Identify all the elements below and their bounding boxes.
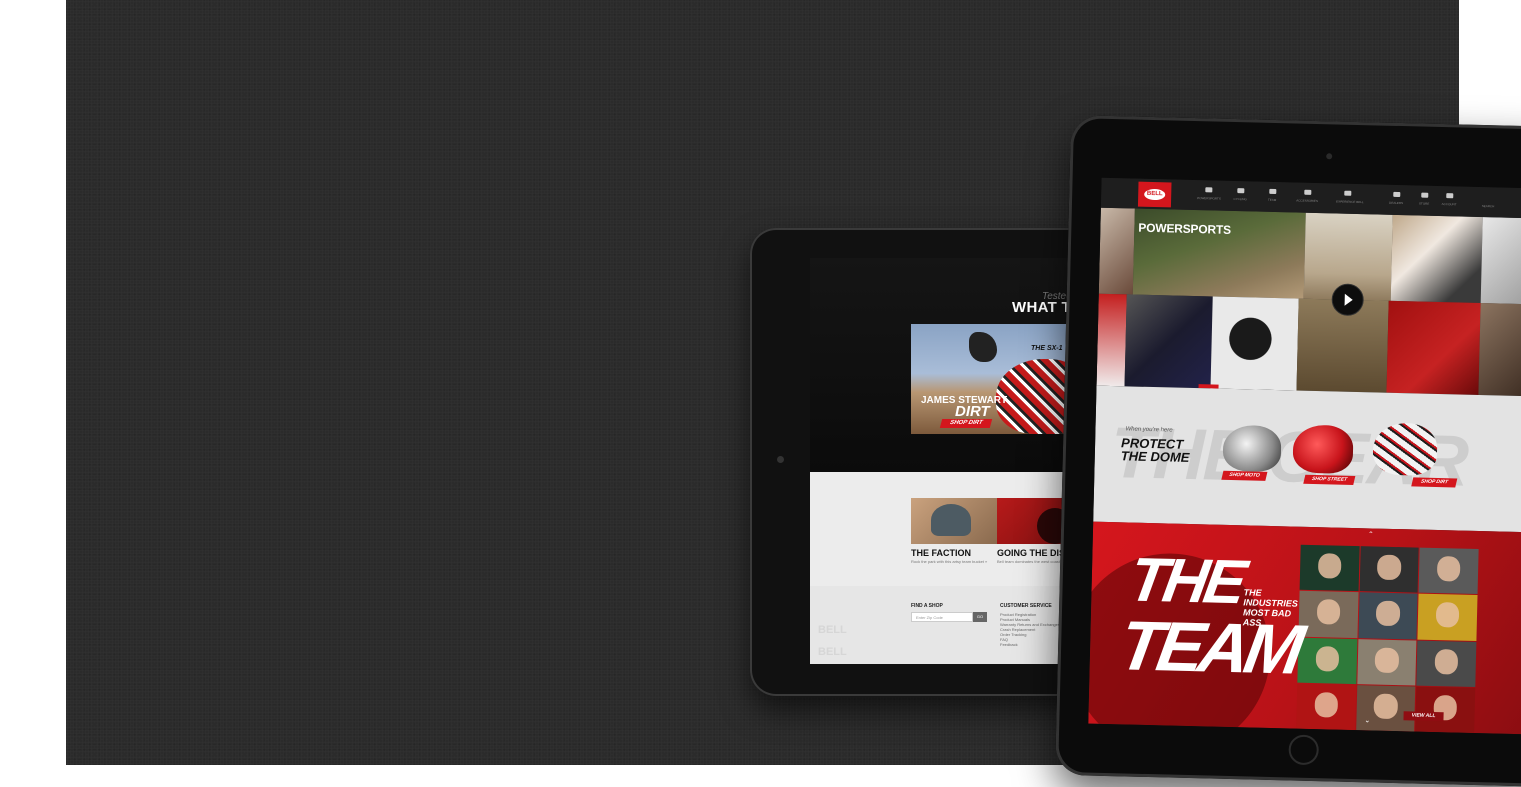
nav-item-cycling[interactable]: CYCLING xyxy=(1229,188,1251,202)
dirt-helmet-image[interactable] xyxy=(1372,422,1438,476)
gear-headline: PROTECT THE DOME xyxy=(1120,435,1190,465)
shop-moto-button[interactable]: SHOP MOTO xyxy=(1221,470,1268,481)
feature-title[interactable]: THE FACTION xyxy=(911,548,971,558)
team-title-the: THE xyxy=(1124,545,1248,618)
athlete-photo[interactable] xyxy=(1297,637,1358,684)
mosaic-tile[interactable] xyxy=(1210,296,1299,391)
nav-label: ACCOUNT xyxy=(1441,202,1457,207)
mosaic-tile[interactable] xyxy=(1390,214,1483,304)
chevron-down-icon[interactable]: ⌄ xyxy=(1364,716,1370,724)
watermark: BELL xyxy=(818,624,847,636)
street-helmet-image[interactable] xyxy=(1292,424,1354,474)
shop-dirt-button[interactable]: SHOP DIRT xyxy=(939,419,993,428)
nav-item-powersports[interactable]: POWERSPORTS xyxy=(1197,187,1221,201)
logo-text: BELL xyxy=(1144,188,1166,201)
athlete-photo[interactable] xyxy=(1356,638,1417,686)
nav-label: ACCESSORIES xyxy=(1296,198,1319,204)
user-icon xyxy=(1445,193,1453,199)
chevron-up-icon[interactable]: ⌃ xyxy=(1368,530,1374,538)
view-all-button[interactable]: VIEW ALL xyxy=(1403,711,1444,722)
bell-logo[interactable]: BELL xyxy=(1137,181,1172,208)
nav-label: TEAM xyxy=(1267,197,1277,203)
nav-label: DEALERS xyxy=(1389,200,1404,206)
go-button[interactable]: GO xyxy=(973,612,987,622)
nav-label: CYCLING xyxy=(1233,196,1247,202)
athlete-photo[interactable] xyxy=(1417,593,1478,641)
portrait-screen: BELL POWERSPORTS CYCLING TEAM ACCESSORIE… xyxy=(1088,177,1521,735)
mosaic-tile[interactable] xyxy=(1124,294,1213,389)
athlete-photo[interactable] xyxy=(1416,640,1477,687)
moto-helmet-image[interactable] xyxy=(1222,424,1282,473)
nav-item-team[interactable]: TEAM xyxy=(1261,188,1283,203)
play-icon xyxy=(1344,293,1353,306)
video-icon xyxy=(1343,190,1351,196)
athlete-photo[interactable] xyxy=(1359,546,1419,593)
shop-dirt-button[interactable]: SHOP DIRT xyxy=(1411,477,1458,488)
camera-icon xyxy=(777,456,784,463)
nav-label: EXPERIENCE BELL xyxy=(1336,199,1364,205)
nav-item-experience-bell[interactable]: EXPERIENCE BELL xyxy=(1336,190,1364,205)
zip-input[interactable]: Enter Zip Code xyxy=(911,612,973,622)
team-subtitle: THE INDUSTRIES MOST BAD ASS xyxy=(1242,587,1298,628)
home-button xyxy=(1288,734,1320,766)
faction-image[interactable] xyxy=(911,498,997,544)
tablet-portrait: BELL POWERSPORTS CYCLING TEAM ACCESSORIE… xyxy=(1055,114,1521,787)
helmet-icon xyxy=(1204,187,1212,193)
athlete-photo[interactable] xyxy=(1355,684,1416,732)
nav-label: SEARCH xyxy=(1481,204,1495,209)
nav-item-dealers[interactable]: DEALERS xyxy=(1385,191,1407,206)
athlete-photo[interactable] xyxy=(1418,547,1479,595)
mosaic-tile[interactable] xyxy=(1386,300,1481,396)
nav-item-store[interactable]: STORE xyxy=(1413,192,1435,206)
watermark: BELL xyxy=(818,646,847,658)
rider-image xyxy=(969,332,997,362)
mosaic-tile[interactable] xyxy=(1480,217,1521,305)
section-title: POWERSPORTS xyxy=(1138,220,1232,237)
cart-icon xyxy=(1420,192,1428,198)
helmet-label: THE SX-1 xyxy=(1031,345,1063,352)
gear-kicker: When you're here xyxy=(1125,426,1173,434)
mosaic-tile[interactable] xyxy=(1098,207,1135,295)
find-shop-title: FIND A SHOP xyxy=(911,603,943,609)
athlete-photo[interactable] xyxy=(1358,592,1418,640)
camera-icon xyxy=(1326,153,1333,160)
category-title: DIRT xyxy=(955,403,990,420)
pin-icon xyxy=(1392,191,1400,198)
team-icon xyxy=(1268,188,1276,194)
nav-item-search[interactable]: SEARCH xyxy=(1477,194,1499,209)
nav-label: STORE xyxy=(1418,201,1430,206)
feature-desc: Rock the park with this artsy team bucke… xyxy=(911,559,988,564)
nav-item-accessories[interactable]: ACCESSORIES xyxy=(1296,189,1318,203)
athlete-photo[interactable] xyxy=(1296,683,1356,731)
shop-street-button[interactable]: SHOP STREET xyxy=(1303,474,1356,485)
bicycle-icon xyxy=(1236,188,1244,194)
athlete-photo[interactable] xyxy=(1299,544,1360,592)
cs-link[interactable]: Feedback xyxy=(1000,642,1018,647)
gear-section: THE GEAR When you're here PROTECT THE DO… xyxy=(1093,385,1521,533)
goggles-icon xyxy=(1303,189,1311,195)
nav-label: POWERSPORTS xyxy=(1197,196,1221,201)
team-grid xyxy=(1296,544,1479,733)
athlete-photo[interactable] xyxy=(1415,686,1476,733)
mosaic-tile[interactable] xyxy=(1478,303,1521,397)
nav-item-account[interactable]: ACCOUNT xyxy=(1438,193,1460,207)
dark-backdrop: Tested by t WHAT THE THE SX-1 JAMES STEW… xyxy=(66,0,1521,787)
mosaic-tile[interactable] xyxy=(1096,293,1127,387)
powersports-mosaic: POWERSPORTS xyxy=(1096,207,1521,397)
customer-service-title: CUSTOMER SERVICE xyxy=(1000,603,1052,609)
team-section: ⌃ THE TEAM THE INDUSTRIES MOST BAD ASS V… xyxy=(1088,521,1521,735)
